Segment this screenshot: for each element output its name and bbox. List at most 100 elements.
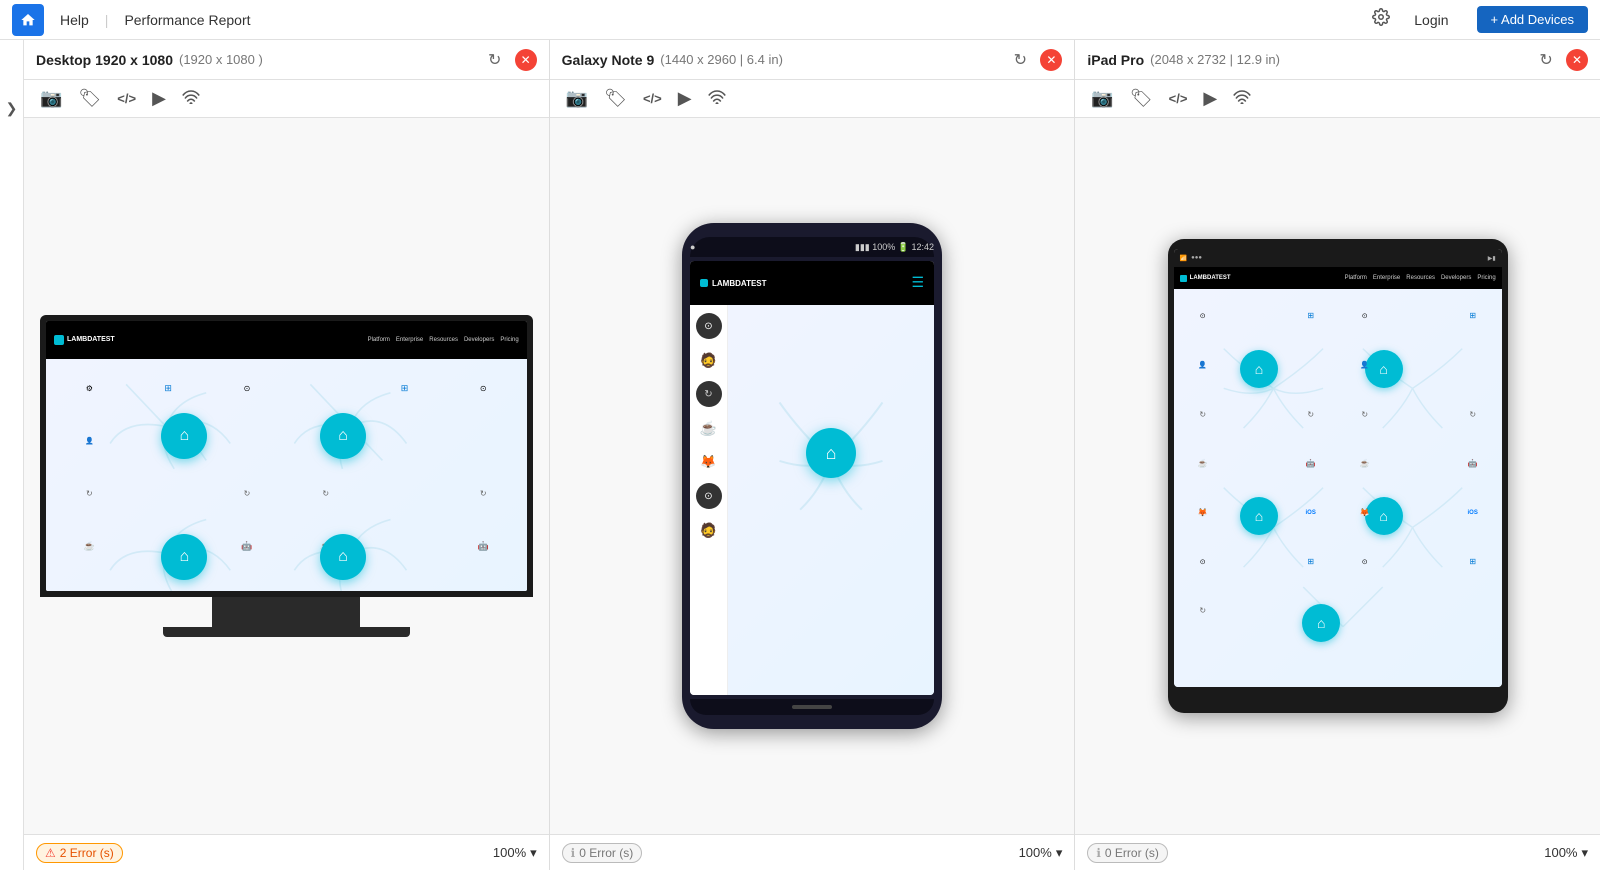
desktop-panel-header: Desktop 1920 x 1080 (1920 x 1080 ) ↻ ✕ bbox=[24, 40, 549, 80]
icon-circle-2: ↻ bbox=[208, 468, 287, 520]
ipad-zoom-control[interactable]: 100% ▾ bbox=[1544, 845, 1588, 861]
panels-container: Desktop 1920 x 1080 (1920 x 1080 ) ↻ ✕ 📷… bbox=[24, 40, 1600, 870]
sidebar-icon-java: ☕ bbox=[696, 415, 722, 441]
desktop-panel: Desktop 1920 x 1080 (1920 x 1080 ) ↻ ✕ 📷… bbox=[24, 40, 550, 870]
info-icon: ℹ bbox=[571, 846, 576, 860]
report-label: Performance Report bbox=[124, 12, 250, 28]
galaxy-error-badge: ℹ 0 Error (s) bbox=[562, 843, 643, 863]
desktop-mockup: LAMBDATEST PlatformEnterpriseResourcesDe… bbox=[40, 315, 533, 637]
ios-label-2: iOS bbox=[444, 573, 523, 592]
topnav: Help | Performance Report Login + Add De… bbox=[0, 0, 1600, 40]
sidebar-toggle[interactable]: ❯ bbox=[0, 40, 24, 870]
mindmap-node-2: ⌂ bbox=[320, 413, 366, 459]
login-link[interactable]: Login bbox=[1414, 12, 1448, 28]
icon-android-1: 🤖 bbox=[208, 520, 287, 572]
galaxy-zoom-value: 100% bbox=[1019, 845, 1052, 860]
nav-separator: | bbox=[105, 12, 109, 28]
mindmap-node-4: ⌂ bbox=[320, 534, 366, 580]
galaxy-sync-icon[interactable]: ↻ bbox=[1006, 46, 1034, 74]
desktop-title-dim: (1920 x 1080 ) bbox=[179, 52, 263, 67]
ipad-node-4: ⌂ bbox=[1365, 497, 1403, 535]
ipad-sync-icon[interactable]: ↻ bbox=[1532, 46, 1560, 74]
galaxy-error-count: 0 Error (s) bbox=[579, 846, 633, 860]
phone-mindmap-node: ⌂ bbox=[806, 428, 856, 478]
camera-icon[interactable]: 📷 bbox=[40, 88, 62, 109]
icon-circle-4: ↻ bbox=[444, 468, 523, 520]
galaxy-close-button[interactable]: ✕ bbox=[1040, 49, 1062, 71]
code-icon-ipad[interactable]: </> bbox=[1169, 91, 1188, 106]
ipad-footer: ℹ 0 Error (s) 100% ▾ bbox=[1075, 834, 1600, 870]
tag-icon[interactable]: 🏷 bbox=[78, 88, 101, 109]
desktop-content: LAMBDATEST PlatformEnterpriseResourcesDe… bbox=[24, 118, 549, 834]
desktop-zoom-value: 100% bbox=[493, 845, 526, 860]
icon-java-1: ☕ bbox=[50, 520, 129, 572]
video-icon-ipad[interactable]: ▶ bbox=[1203, 88, 1217, 109]
icon-win-2: ⊞ bbox=[365, 363, 444, 415]
galaxy-title-dim: (1440 x 2960 | 6.4 in) bbox=[660, 52, 783, 67]
warning-icon: ⚠ bbox=[45, 846, 56, 860]
galaxy-panel: Galaxy Note 9 (1440 x 2960 | 6.4 in) ↻ ✕… bbox=[550, 40, 1076, 870]
sidebar-icon-gh-2: ⊙ bbox=[696, 483, 722, 509]
mindmap-node-1: ⌂ bbox=[161, 413, 207, 459]
galaxy-toolbar: 📷 🏷 </> ▶ bbox=[550, 80, 1075, 118]
desktop-title: Desktop 1920 x 1080 bbox=[36, 52, 173, 68]
sidebar-icon-gh-1: ⊙ bbox=[696, 313, 722, 339]
code-icon[interactable]: </> bbox=[117, 91, 136, 106]
info-icon-ipad: ℹ bbox=[1096, 846, 1101, 860]
gear-icon[interactable] bbox=[1372, 8, 1390, 31]
icon-gh-2: ⊙ bbox=[208, 363, 287, 415]
icon-apple-2 bbox=[444, 415, 523, 467]
desktop-sync-icon[interactable]: ↻ bbox=[481, 46, 509, 74]
galaxy-zoom-control[interactable]: 100% ▾ bbox=[1019, 845, 1063, 861]
desktop-zoom-control[interactable]: 100% ▾ bbox=[493, 845, 537, 861]
galaxy-panel-header: Galaxy Note 9 (1440 x 2960 | 6.4 in) ↻ ✕ bbox=[550, 40, 1075, 80]
desktop-toolbar: 📷 🏷 </> ▶ bbox=[24, 80, 549, 118]
zoom-chevron-down-icon-2: ▾ bbox=[1056, 845, 1063, 861]
ipad-mockup: 📶●●●▶▮ LAMBDATEST PlatformEnterpriseReso… bbox=[1168, 239, 1508, 712]
galaxy-content: ● ▮▮▮ 100% 🔋 12:42 LAMBDATEST bbox=[550, 118, 1075, 834]
ipad-content: 📶●●●▶▮ LAMBDATEST PlatformEnterpriseReso… bbox=[1075, 118, 1600, 834]
ipad-toolbar: 📷 🏷 </> ▶ bbox=[1075, 80, 1600, 118]
sidebar-icon-person-2: 🧔 bbox=[696, 517, 722, 543]
ios-label-1: iOS bbox=[208, 573, 287, 592]
zoom-chevron-down-icon: ▾ bbox=[530, 845, 537, 861]
sidebar-icon-person: 🧔 bbox=[696, 347, 722, 373]
tag-icon-galaxy[interactable]: 🏷 bbox=[604, 88, 627, 109]
wifi-icon[interactable] bbox=[182, 88, 200, 109]
wifi-icon-ipad[interactable] bbox=[1233, 88, 1251, 109]
sidebar-icon-fox: 🦊 bbox=[696, 449, 722, 475]
add-devices-button[interactable]: + Add Devices bbox=[1477, 6, 1588, 33]
chevron-right-icon: ❯ bbox=[6, 100, 18, 117]
galaxy-footer: ℹ 0 Error (s) 100% ▾ bbox=[550, 834, 1075, 870]
code-icon-galaxy[interactable]: </> bbox=[643, 91, 662, 106]
sidebar-icon-circle: ↻ bbox=[696, 381, 722, 407]
icon-person-1: 👤 bbox=[50, 415, 129, 467]
icon-gh-3: ⊙ bbox=[444, 363, 523, 415]
desktop-footer: ⚠ 2 Error (s) 100% ▾ bbox=[24, 834, 549, 870]
camera-icon-ipad[interactable]: 📷 bbox=[1091, 88, 1113, 109]
desktop-close-button[interactable]: ✕ bbox=[515, 49, 537, 71]
home-button[interactable] bbox=[12, 4, 44, 36]
ipad-node-2: ⌂ bbox=[1365, 350, 1403, 388]
icon-win-1: ⊞ bbox=[129, 363, 208, 415]
ipad-title-dim: (2048 x 2732 | 12.9 in) bbox=[1150, 52, 1280, 67]
ipad-node-5: ⌂ bbox=[1302, 604, 1340, 642]
main-area: ❯ Desktop 1920 x 1080 (1920 x 1080 ) ↻ ✕… bbox=[0, 40, 1600, 870]
ipad-close-button[interactable]: ✕ bbox=[1566, 49, 1588, 71]
ipad-node-3: ⌂ bbox=[1240, 497, 1278, 535]
wifi-icon-galaxy[interactable] bbox=[708, 88, 726, 109]
icon-circle-1: ↻ bbox=[50, 468, 129, 520]
tag-icon-ipad[interactable]: 🏷 bbox=[1130, 88, 1153, 109]
ipad-node-1: ⌂ bbox=[1240, 350, 1278, 388]
icon-github-1: ⚙ bbox=[50, 363, 129, 415]
video-icon[interactable]: ▶ bbox=[152, 88, 166, 109]
camera-icon-galaxy[interactable]: 📷 bbox=[566, 88, 588, 109]
help-link[interactable]: Help bbox=[60, 12, 89, 28]
ipad-panel-header: iPad Pro (2048 x 2732 | 12.9 in) ↻ ✕ bbox=[1075, 40, 1600, 80]
ipad-error-badge: ℹ 0 Error (s) bbox=[1087, 843, 1168, 863]
ipad-home-bar bbox=[1174, 691, 1502, 703]
desktop-error-count: 2 Error (s) bbox=[60, 846, 114, 860]
video-icon-galaxy[interactable]: ▶ bbox=[678, 88, 692, 109]
zoom-chevron-down-icon-3: ▾ bbox=[1581, 845, 1588, 861]
ipad-zoom-value: 100% bbox=[1544, 845, 1577, 860]
